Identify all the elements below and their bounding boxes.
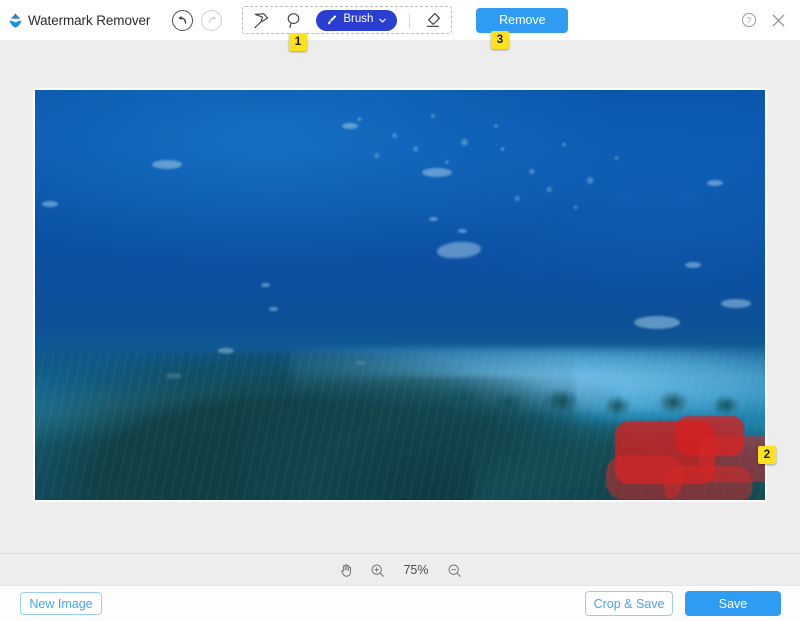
fish xyxy=(42,201,58,207)
undo-arrow-icon xyxy=(177,14,189,26)
fish xyxy=(152,160,182,169)
undo-button[interactable] xyxy=(172,10,193,31)
brush-selection-mask[interactable] xyxy=(615,414,765,500)
new-image-button[interactable]: New Image xyxy=(20,592,102,615)
zoom-out-button[interactable] xyxy=(447,563,462,578)
brush-tool-label: Brush xyxy=(343,14,373,26)
save-button[interactable]: Save xyxy=(685,591,781,616)
crop-and-save-button[interactable]: Crop & Save xyxy=(585,591,673,616)
callout-badge-1: 1 xyxy=(289,33,307,51)
fish-school xyxy=(488,131,634,221)
svg-text:?: ? xyxy=(747,16,752,25)
underwater-photo[interactable] xyxy=(35,90,765,500)
redo-button[interactable] xyxy=(201,10,222,31)
callout-badge-3: 3 xyxy=(491,31,509,49)
zoom-toolbar: 75% xyxy=(0,553,800,586)
app-title: Watermark Remover xyxy=(28,13,150,28)
top-toolbar: Watermark Remover xyxy=(0,0,800,40)
hand-pan-icon xyxy=(338,562,354,578)
zoom-in-icon xyxy=(370,563,385,578)
zoom-level-label: 75% xyxy=(401,563,431,577)
help-circle-icon: ? xyxy=(741,12,757,28)
fish xyxy=(261,283,270,287)
fish xyxy=(342,123,358,129)
image-frame[interactable] xyxy=(33,88,767,502)
free-lasso-icon xyxy=(284,11,303,30)
zoom-out-icon xyxy=(447,563,462,578)
hand-pan-tool[interactable] xyxy=(338,562,354,578)
eraser-tool[interactable] xyxy=(422,9,444,31)
footer-bar: New Image Crop & Save Save xyxy=(0,585,800,621)
brush-tool-button[interactable]: Brush xyxy=(316,10,397,31)
selection-tool-group: Brush xyxy=(242,6,452,34)
chevron-down-icon xyxy=(378,16,387,25)
redo-arrow-icon xyxy=(206,14,218,26)
help-button[interactable]: ? xyxy=(741,12,757,28)
brush-icon xyxy=(326,14,338,26)
fish-large xyxy=(634,316,680,329)
fish xyxy=(707,180,723,186)
editor-canvas-area xyxy=(0,40,800,553)
toolbar-divider xyxy=(409,13,410,28)
polygon-lasso-icon xyxy=(252,11,271,30)
callout-badge-2: 2 xyxy=(758,446,776,464)
footer-action-group: Crop & Save Save xyxy=(585,591,781,616)
water-drop-logo-icon xyxy=(7,12,24,29)
window-controls: ? xyxy=(741,12,787,29)
zoom-in-button[interactable] xyxy=(370,563,385,578)
remove-button[interactable]: Remove xyxy=(476,8,568,33)
free-lasso-tool[interactable] xyxy=(282,9,304,31)
close-x-icon xyxy=(770,12,787,29)
app-brand: Watermark Remover xyxy=(7,12,150,29)
polygon-lasso-tool[interactable] xyxy=(250,9,272,31)
eraser-icon xyxy=(423,10,443,30)
fish xyxy=(422,168,452,177)
close-button[interactable] xyxy=(770,12,787,29)
history-button-group xyxy=(172,10,222,31)
